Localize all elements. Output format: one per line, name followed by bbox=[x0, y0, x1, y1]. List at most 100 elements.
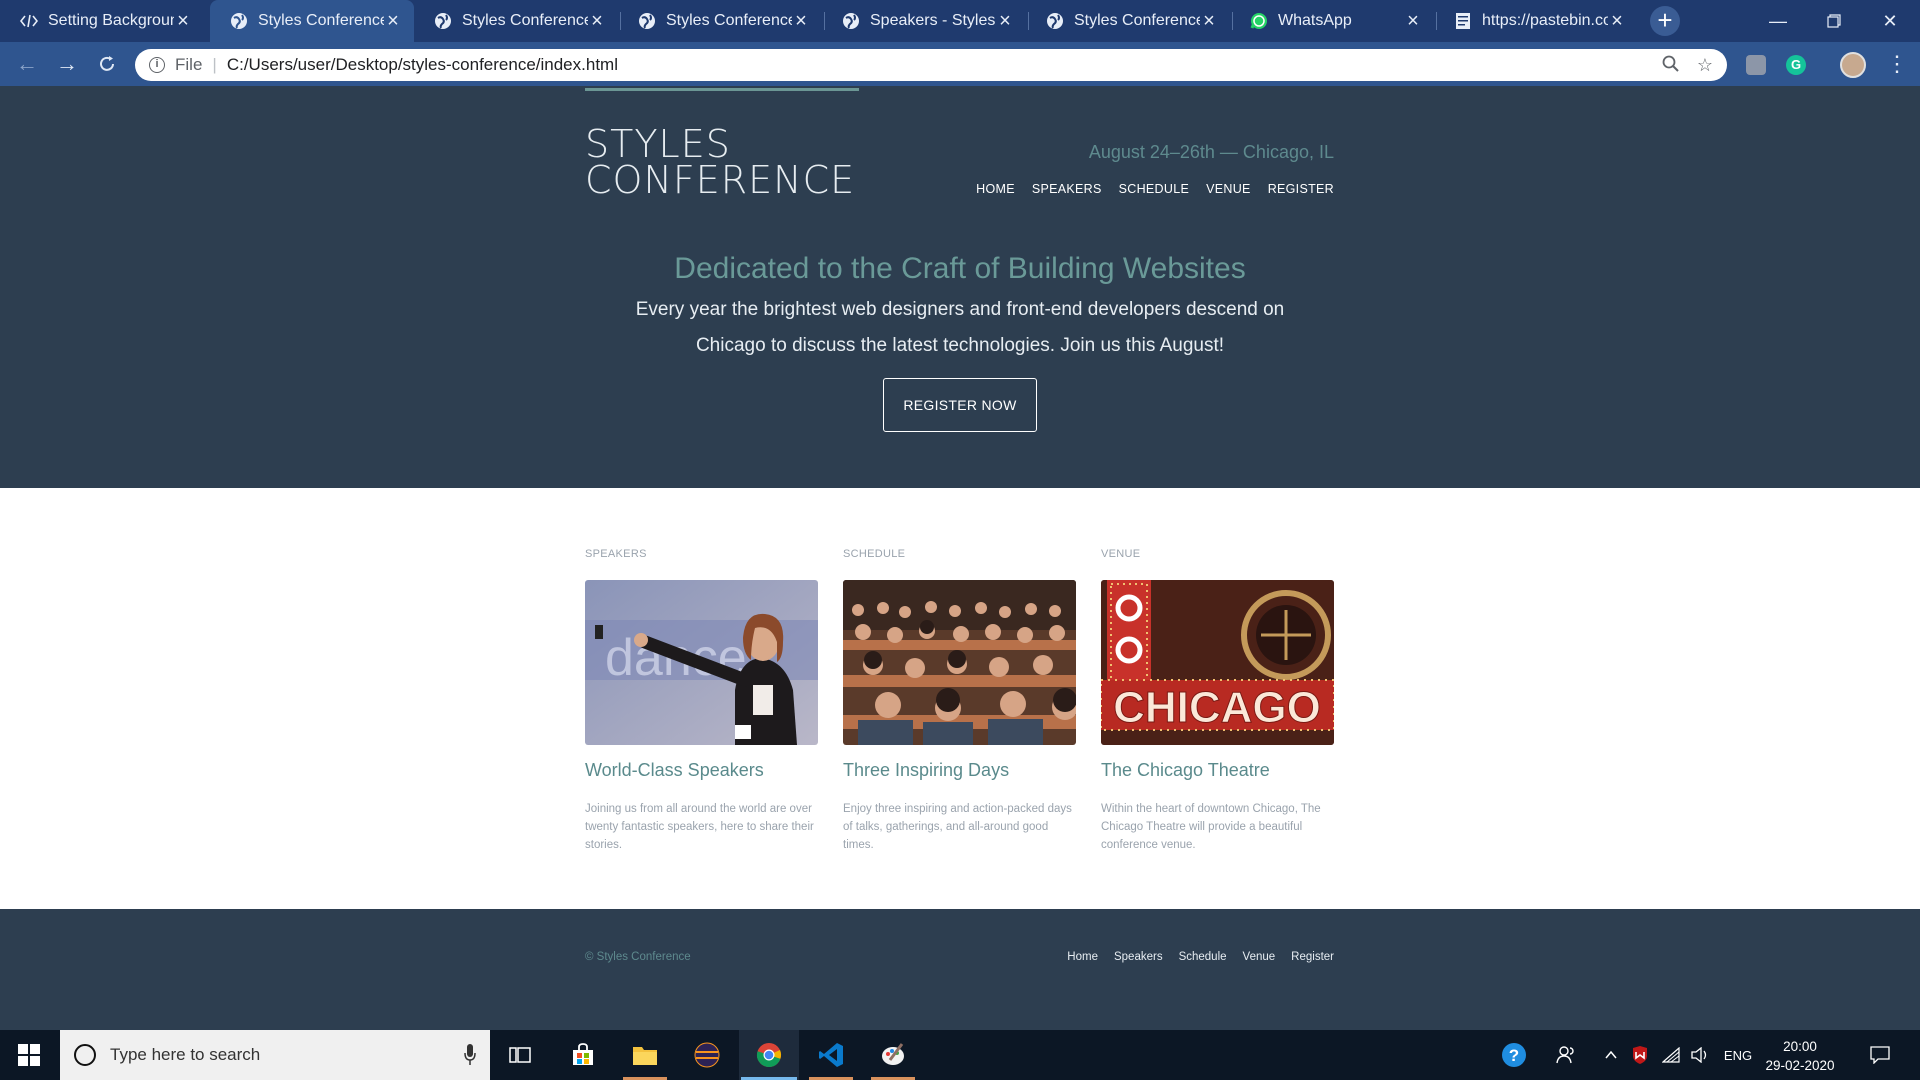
windows-taskbar: Type here to search ? ENG 20:00 29-02-20… bbox=[0, 1030, 1920, 1080]
wifi-icon[interactable] bbox=[1658, 1030, 1684, 1080]
volume-icon[interactable] bbox=[1688, 1030, 1712, 1080]
extension-icon[interactable] bbox=[1746, 55, 1766, 75]
tab-title: Styles Conference bbox=[258, 12, 384, 29]
footer-nav-schedule[interactable]: Schedule bbox=[1179, 951, 1227, 963]
nav-speakers[interactable]: SPEAKERS bbox=[1032, 182, 1102, 196]
microphone-icon[interactable] bbox=[464, 1044, 476, 1066]
web-page: STYLES CONFERENCE August 24–26th — Chica… bbox=[0, 86, 1920, 1030]
site-info-icon[interactable]: i bbox=[149, 57, 165, 73]
browser-tab[interactable]: WhatsApp × bbox=[1230, 0, 1434, 42]
input-language[interactable]: ENG bbox=[1718, 1030, 1758, 1080]
tab-title: Speakers - Styles Conference bbox=[870, 12, 996, 29]
windows-start-icon[interactable] bbox=[0, 1030, 58, 1080]
browser-menu-icon[interactable]: ⋮ bbox=[1886, 52, 1908, 78]
nav-home[interactable]: HOME bbox=[976, 182, 1015, 196]
reload-icon[interactable] bbox=[93, 50, 121, 78]
venue-sign-text: CHICAGO bbox=[1113, 683, 1321, 732]
speaker-photo[interactable]: dance bbox=[585, 580, 818, 745]
grammarly-icon[interactable]: G bbox=[1786, 55, 1806, 75]
eclipse-icon[interactable] bbox=[677, 1030, 737, 1080]
tab-title: Styles Conference bbox=[462, 12, 588, 29]
browser-tab[interactable]: Styles Conference × bbox=[414, 0, 618, 42]
svg-text:?: ? bbox=[1509, 1046, 1519, 1065]
close-tab-icon[interactable]: × bbox=[792, 11, 810, 31]
new-tab-button[interactable]: + bbox=[1650, 6, 1680, 36]
chrome-taskbar-icon[interactable] bbox=[739, 1030, 799, 1080]
globe-icon bbox=[1046, 12, 1064, 30]
restore-window-icon[interactable] bbox=[1806, 0, 1862, 42]
browser-tab[interactable]: Styles Conference × bbox=[1026, 0, 1230, 42]
back-arrow-icon[interactable]: ← bbox=[13, 50, 41, 78]
people-icon[interactable] bbox=[1552, 1030, 1580, 1080]
feature-title[interactable]: Three Inspiring Days bbox=[843, 760, 1009, 781]
browser-tab[interactable]: Setting Background × bbox=[0, 0, 204, 42]
clock-date: 29-02-2020 bbox=[1765, 1058, 1835, 1073]
site-logo[interactable]: STYLES CONFERENCE bbox=[585, 122, 856, 202]
globe-icon bbox=[638, 12, 656, 30]
browser-toolbar: ← → i File | C:/Users/user/Desktop/style… bbox=[0, 42, 1920, 86]
paint-icon[interactable] bbox=[863, 1030, 923, 1080]
browser-tab[interactable]: Speakers - Styles Conference × bbox=[822, 0, 1026, 42]
microsoft-store-icon[interactable] bbox=[553, 1030, 613, 1080]
close-window-icon[interactable]: ✕ bbox=[1862, 0, 1918, 42]
close-tab-icon[interactable]: × bbox=[1608, 11, 1626, 31]
vscode-icon[interactable] bbox=[801, 1030, 861, 1080]
close-tab-icon[interactable]: × bbox=[1404, 11, 1422, 31]
logo-line-2: CONFERENCE bbox=[585, 158, 856, 202]
hero-title: Dedicated to the Craft of Building Websi… bbox=[674, 252, 1246, 285]
browser-tab[interactable]: Styles Conference × bbox=[618, 0, 822, 42]
close-tab-icon[interactable]: × bbox=[1200, 11, 1218, 31]
mcafee-shield-icon[interactable] bbox=[1628, 1030, 1652, 1080]
task-view-icon[interactable] bbox=[490, 1030, 550, 1080]
main-nav: HOME SPEAKERS SCHEDULE VENUE REGISTER bbox=[976, 182, 1334, 196]
bookmark-star-icon[interactable]: ☆ bbox=[1695, 55, 1715, 75]
file-explorer-icon[interactable] bbox=[615, 1030, 675, 1080]
pastebin-icon bbox=[1454, 12, 1472, 30]
help-icon[interactable]: ? bbox=[1498, 1030, 1530, 1080]
feature-label: VENUE bbox=[1101, 548, 1141, 560]
forward-arrow-icon[interactable]: → bbox=[53, 50, 81, 78]
close-tab-icon[interactable]: × bbox=[384, 11, 402, 31]
close-tab-icon[interactable]: × bbox=[588, 11, 606, 31]
feature-title[interactable]: The Chicago Theatre bbox=[1101, 760, 1270, 781]
nav-schedule[interactable]: SCHEDULE bbox=[1119, 182, 1189, 196]
site-footer: © Styles Conference Home Speakers Schedu… bbox=[0, 909, 1920, 1030]
footer-nav-venue[interactable]: Venue bbox=[1243, 951, 1276, 963]
footer-nav-register[interactable]: Register bbox=[1291, 951, 1334, 963]
zoom-icon[interactable] bbox=[1661, 55, 1681, 75]
code-icon bbox=[20, 12, 38, 30]
minimize-window-icon[interactable]: — bbox=[1750, 0, 1806, 42]
nav-register[interactable]: REGISTER bbox=[1268, 182, 1334, 196]
feature-label: SPEAKERS bbox=[585, 548, 647, 560]
features-section: SPEAKERS dance bbox=[0, 488, 1920, 909]
feature-title[interactable]: World-Class Speakers bbox=[585, 760, 764, 781]
logo-line-1: STYLES bbox=[585, 122, 731, 166]
browser-tab-active[interactable]: Styles Conference × bbox=[210, 0, 414, 42]
browser-tab[interactable]: https://pastebin.com × bbox=[1434, 0, 1638, 42]
tab-title: Setting Background bbox=[48, 12, 174, 29]
audience-photo[interactable] bbox=[843, 580, 1076, 745]
tab-title: Styles Conference bbox=[1074, 12, 1200, 29]
chicago-theatre-photo[interactable]: CHICAGO bbox=[1101, 580, 1334, 745]
close-tab-icon[interactable]: × bbox=[174, 11, 192, 31]
profile-avatar[interactable] bbox=[1840, 52, 1866, 78]
footer-nav-home[interactable]: Home bbox=[1067, 951, 1098, 963]
address-bar[interactable]: i File | C:/Users/user/Desktop/styles-co… bbox=[135, 49, 1727, 81]
close-tab-icon[interactable]: × bbox=[996, 11, 1014, 31]
feature-text: Within the heart of downtown Chicago, Th… bbox=[1101, 803, 1321, 851]
event-tagline: August 24–26th — Chicago, IL bbox=[1088, 142, 1334, 162]
address-url[interactable]: C:/Users/user/Desktop/styles-conference/… bbox=[227, 55, 618, 75]
register-now-button[interactable]: REGISTER NOW bbox=[883, 378, 1037, 432]
taskbar-search-box[interactable]: Type here to search bbox=[60, 1030, 490, 1080]
address-divider: | bbox=[212, 55, 217, 74]
tray-chevron-up-icon[interactable] bbox=[1600, 1030, 1622, 1080]
globe-icon bbox=[842, 12, 860, 30]
footer-nav-speakers[interactable]: Speakers bbox=[1114, 951, 1163, 963]
feature-text: Joining us from all around the world are… bbox=[585, 803, 814, 851]
clock-time: 20:00 bbox=[1783, 1039, 1817, 1054]
browser-tab-strip: Setting Background × Styles Conference ×… bbox=[0, 0, 1920, 42]
action-center-icon[interactable] bbox=[1862, 1030, 1898, 1080]
taskbar-clock[interactable]: 20:00 29-02-2020 bbox=[1760, 1037, 1840, 1075]
globe-icon bbox=[434, 12, 452, 30]
nav-venue[interactable]: VENUE bbox=[1206, 182, 1251, 196]
